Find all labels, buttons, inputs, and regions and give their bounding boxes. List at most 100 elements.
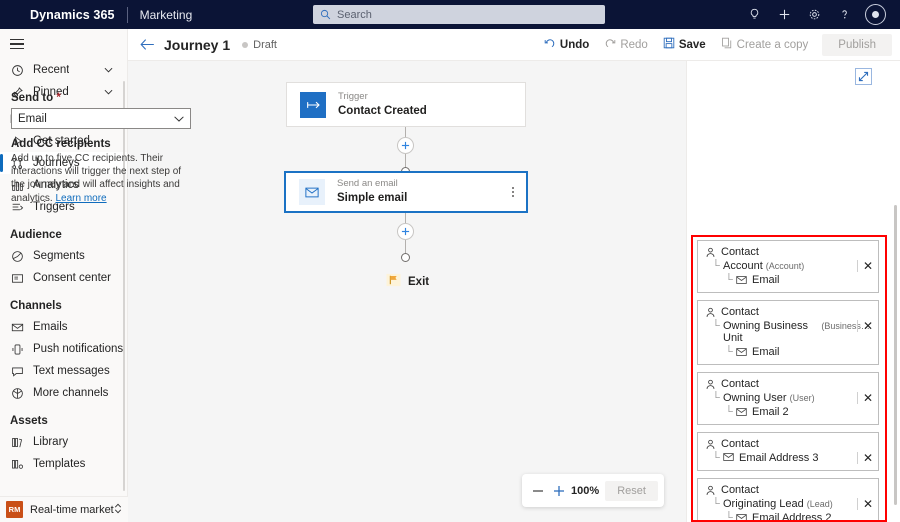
cc-field-row: └ Email Address 3	[705, 452, 871, 464]
app-badge: RM	[6, 501, 23, 518]
divider	[856, 260, 858, 272]
sidebar-item-recent[interactable]: Recent	[0, 59, 127, 81]
more-vertical-icon[interactable]	[512, 187, 514, 197]
journey-exit-node[interactable]: Exit	[386, 273, 429, 290]
branch-node-bottom[interactable]	[401, 253, 410, 262]
gear-icon[interactable]	[799, 0, 829, 29]
divider	[856, 452, 858, 464]
cc-root-row: Contact	[705, 484, 871, 496]
undo-button[interactable]: Undo	[537, 34, 596, 55]
sidebar-item-emails[interactable]: Emails	[0, 316, 127, 338]
tree-elbow-icon: └	[725, 406, 733, 418]
remove-cc-recipient-button[interactable]: ✕	[856, 498, 873, 510]
lightbulb-icon[interactable]	[739, 0, 769, 29]
person-icon	[705, 439, 716, 450]
panel-scrollbar[interactable]	[894, 205, 897, 505]
cc-recipient-card[interactable]: Contact └ Owning Business Unit (Business…	[697, 300, 879, 365]
cc-recipient-card[interactable]: Contact └ Account (Account) └ Email ✕	[697, 240, 879, 293]
top-navigation-bar: Dynamics 365 Marketing	[0, 0, 900, 29]
global-search[interactable]	[313, 5, 605, 24]
remove-cc-recipient-button[interactable]: ✕	[856, 451, 873, 465]
cc-root-label: Contact	[721, 484, 759, 496]
redo-label: Redo	[620, 38, 648, 51]
avatar	[872, 11, 879, 18]
exit-label: Exit	[408, 275, 430, 288]
sidebar-item-library[interactable]: Library	[0, 431, 127, 453]
search-input[interactable]	[337, 8, 577, 21]
command-bar-actions: Undo Redo Save Create a copy Publish	[537, 33, 892, 56]
person-icon	[705, 247, 716, 258]
consent-center-icon	[10, 272, 25, 285]
undo-label: Undo	[559, 38, 590, 51]
copy-icon	[721, 37, 733, 52]
zoom-in-button[interactable]	[548, 479, 568, 503]
sidebar-item-more-channels[interactable]: More channels	[0, 382, 127, 404]
divider	[856, 498, 858, 510]
send-to-dropdown[interactable]: Email	[11, 108, 191, 129]
sidebar-label: Push notifications	[33, 343, 124, 355]
flag-icon	[386, 273, 401, 290]
save-button[interactable]: Save	[656, 34, 713, 55]
journey-email-card[interactable]: Send an email Simple email	[284, 171, 528, 213]
tree-elbow-icon: └	[725, 274, 733, 286]
learn-more-link[interactable]: Learn more	[55, 193, 106, 204]
journey-canvas[interactable]: Trigger Contact Created Send an email Si…	[128, 61, 686, 522]
remove-cc-recipient-button[interactable]: ✕	[856, 392, 873, 404]
tree-elbow-icon: └	[712, 320, 720, 332]
remove-cc-recipient-button[interactable]: ✕	[856, 319, 873, 333]
send-to-value: Email	[18, 112, 47, 125]
copy-label: Create a copy	[736, 38, 809, 51]
cc-field-label: Email 2	[752, 406, 789, 418]
sidebar-item-templates[interactable]: Templates	[0, 453, 127, 475]
add-step-button-1[interactable]	[397, 137, 414, 154]
expand-diagonal-icon	[858, 71, 869, 82]
email-field-icon	[736, 348, 747, 356]
account-avatar-icon[interactable]	[865, 4, 886, 25]
cc-root-label: Contact	[721, 306, 759, 318]
zoom-out-button[interactable]	[528, 479, 548, 503]
email-field-icon	[736, 514, 747, 522]
cc-entity-type: (Account)	[765, 261, 805, 271]
hamburger-menu-icon[interactable]	[0, 29, 128, 59]
brand-title: Dynamics 365	[30, 7, 115, 22]
question-mark-icon[interactable]	[829, 0, 859, 29]
create-a-copy-button: Create a copy	[714, 34, 816, 55]
cc-root-row: Contact	[705, 438, 871, 450]
plus-icon[interactable]	[769, 0, 799, 29]
add-step-button-2[interactable]	[397, 223, 414, 240]
plus-icon	[553, 485, 564, 496]
sidebar-item-text-messages[interactable]: Text messages	[0, 360, 127, 382]
cc-field-label: Email Address 2	[752, 512, 832, 522]
app-name-label: Marketing	[139, 7, 193, 22]
save-icon	[663, 37, 675, 52]
segments-icon	[10, 250, 25, 263]
cc-entity-row: └ Owning User (User)	[705, 392, 871, 404]
tree-elbow-icon: └	[725, 512, 733, 522]
expand-panel-button[interactable]	[855, 68, 872, 85]
sidebar-item-segments[interactable]: Segments	[0, 245, 127, 267]
journey-trigger-card[interactable]: Trigger Contact Created	[286, 82, 526, 127]
back-arrow-icon[interactable]	[134, 38, 160, 51]
panel-fields: Send to * Email Add CC recipients Add up…	[11, 92, 191, 205]
library-icon	[10, 436, 25, 449]
sidebar-label: More channels	[33, 387, 109, 399]
cc-recipient-card[interactable]: Contact └ Email Address 3 ✕	[697, 432, 879, 471]
email-field-icon	[736, 408, 747, 416]
chevron-down-icon[interactable]	[104, 64, 113, 76]
remove-cc-recipient-button[interactable]: ✕	[856, 260, 873, 272]
cc-recipient-card[interactable]: Contact └ Originating Lead (Lead) └ Emai…	[697, 478, 879, 522]
up-down-chevron-icon[interactable]	[114, 503, 122, 516]
cc-root-row: Contact	[705, 246, 871, 258]
required-asterisk: *	[56, 92, 61, 104]
page-title: Journey 1	[164, 36, 231, 53]
status-label: Draft	[253, 38, 277, 51]
sidebar-item-push-notifications[interactable]: Push notifications	[0, 338, 127, 360]
close-x-icon: ✕	[862, 319, 873, 333]
cc-field-label: Email Address 3	[739, 452, 819, 464]
cc-recipient-card[interactable]: Contact └ Owning User (User) └ Email 2 ✕	[697, 372, 879, 425]
close-x-icon: ✕	[862, 451, 873, 465]
cc-root-row: Contact	[705, 378, 871, 390]
app-switcher[interactable]: RM Real-time marketi...	[0, 496, 128, 522]
cc-root-row: Contact	[705, 306, 871, 318]
sidebar-item-consent-center[interactable]: Consent center	[0, 267, 127, 289]
